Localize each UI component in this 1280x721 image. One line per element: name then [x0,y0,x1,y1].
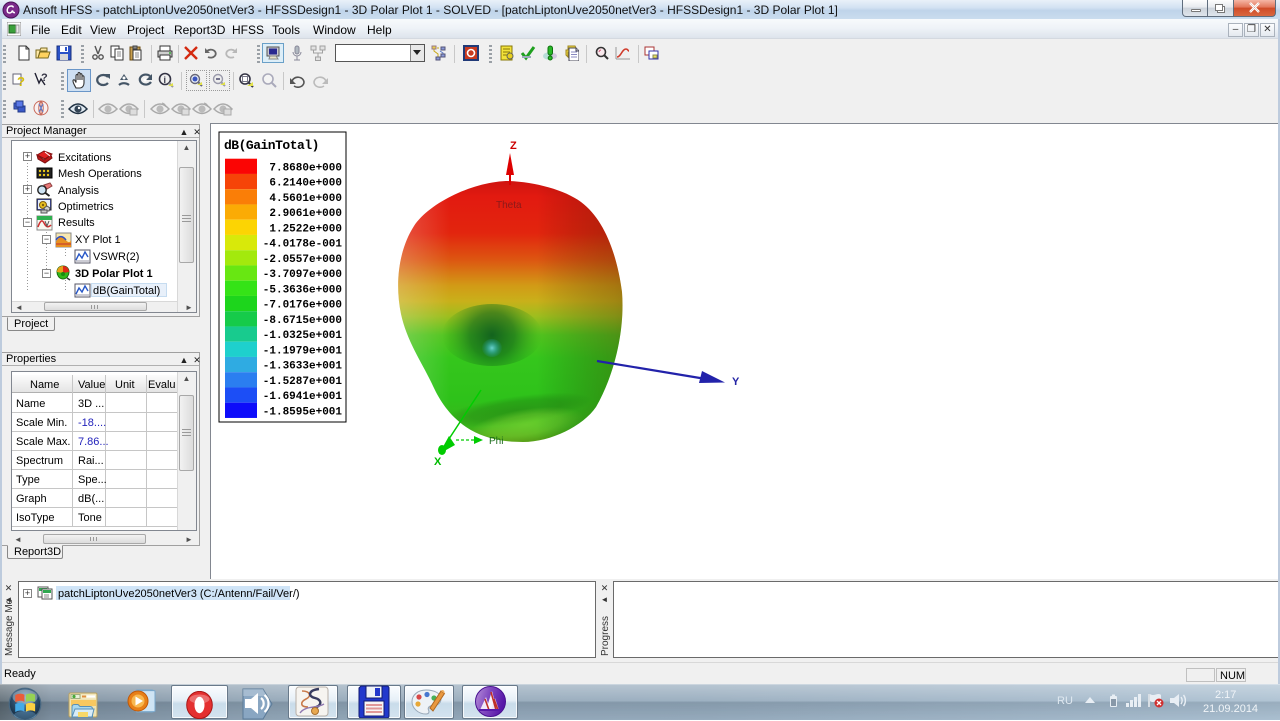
svg-text:-8.6715e+000: -8.6715e+000 [263,315,342,327]
svg-text:-1.5287e+001: -1.5287e+001 [263,376,343,388]
svg-text:Z: Z [510,140,517,152]
svg-text:-1.8595e+001: -1.8595e+001 [263,407,343,419]
svg-text:-4.0178e-001: -4.0178e-001 [263,239,343,251]
svg-text:-2.0557e+000: -2.0557e+000 [263,254,342,266]
svg-text:i: i [164,75,167,85]
svg-text:-3.7097e+000: -3.7097e+000 [263,269,342,281]
svg-text:-7.0176e+000: -7.0176e+000 [263,300,342,312]
svg-text:Theta: Theta [496,200,522,211]
svg-text:-1.1979e+001: -1.1979e+001 [263,346,343,358]
svg-text:-1.3633e+001: -1.3633e+001 [263,361,343,373]
svg-text:4.5601e+000: 4.5601e+000 [269,193,342,205]
svg-text:dB(GainTotal): dB(GainTotal) [224,138,319,153]
svg-text:1.2522e+000: 1.2522e+000 [269,224,342,236]
svg-text:-1.0325e+001: -1.0325e+001 [263,330,343,342]
svg-text:-1.6941e+001: -1.6941e+001 [263,391,343,403]
svg-text:2.9061e+000: 2.9061e+000 [269,208,342,220]
svg-text:Phi: Phi [489,436,503,447]
svg-text:Y: Y [732,376,740,388]
svg-text:?: ? [41,72,48,84]
svg-text:?: ? [17,74,25,88]
svg-text:-5.3636e+000: -5.3636e+000 [263,285,342,297]
svg-text:6.2140e+000: 6.2140e+000 [269,178,342,190]
svg-text:7.8680e+000: 7.8680e+000 [269,163,342,175]
svg-text:X: X [434,456,442,468]
